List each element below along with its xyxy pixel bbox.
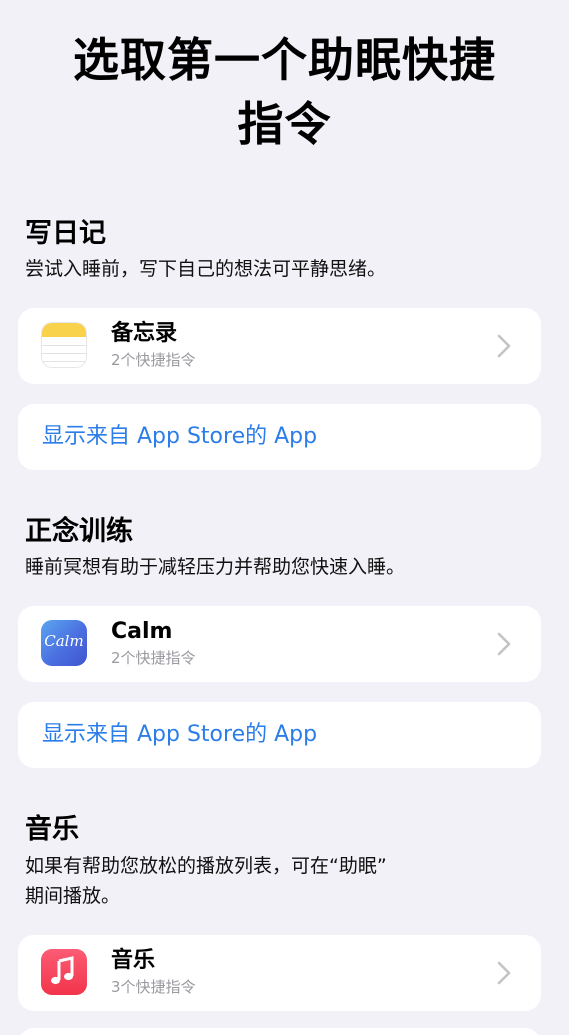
app-row-music[interactable]: 音乐 3个快捷指令 [18,935,541,1011]
app-name: 音乐 [111,948,156,973]
calm-icon-text: Calm [44,632,84,650]
app-store-link-label: 显示来自 App Store的 App [42,424,318,449]
calm-icon: Calm [41,620,87,666]
section-description-mindfulness: 睡前冥想有助于减轻压力并帮助您快速入睡。 [25,556,406,578]
app-store-link-mindfulness[interactable]: 显示来自 App Store的 App [18,702,541,768]
app-name: 备忘录 [111,321,178,346]
app-name: Calm [111,619,173,644]
app-store-link-journal[interactable]: 显示来自 App Store的 App [18,404,541,470]
app-store-link-label: 显示来自 App Store的 App [42,722,318,747]
page-title-line-2: 指令 [237,97,332,151]
page-title: 选取第一个助眠快捷 指令 [0,28,569,156]
section-title-journal: 写日记 [25,218,106,249]
app-shortcut-count: 2个快捷指令 [111,649,196,667]
app-shortcut-count: 2个快捷指令 [111,351,196,369]
chevron-right-icon [497,632,511,656]
section-title-music: 音乐 [25,814,79,845]
chevron-right-icon [497,961,511,985]
music-note-icon [41,949,87,995]
section-title-mindfulness: 正念训练 [25,516,133,547]
app-shortcut-count: 3个快捷指令 [111,978,196,996]
shortcut-setup-screen: 选取第一个助眠快捷 指令 写日记 尝试入睡前，写下自己的想法可平静思绪。 备忘录… [0,0,569,1035]
app-row-notes[interactable]: 备忘录 2个快捷指令 [18,308,541,384]
chevron-right-icon [497,334,511,358]
page-title-line-1: 选取第一个助眠快捷 [73,33,496,87]
notes-icon [41,322,87,368]
app-row-calm[interactable]: Calm Calm 2个快捷指令 [18,606,541,682]
section-description-music-line-1: 如果有帮助您放松的播放列表，可在“助眠” [25,855,387,877]
section-description-music-line-2: 期间播放。 [25,885,121,907]
next-card-partial[interactable] [18,1028,541,1035]
section-description-journal: 尝试入睡前，写下自己的想法可平静思绪。 [25,258,387,280]
